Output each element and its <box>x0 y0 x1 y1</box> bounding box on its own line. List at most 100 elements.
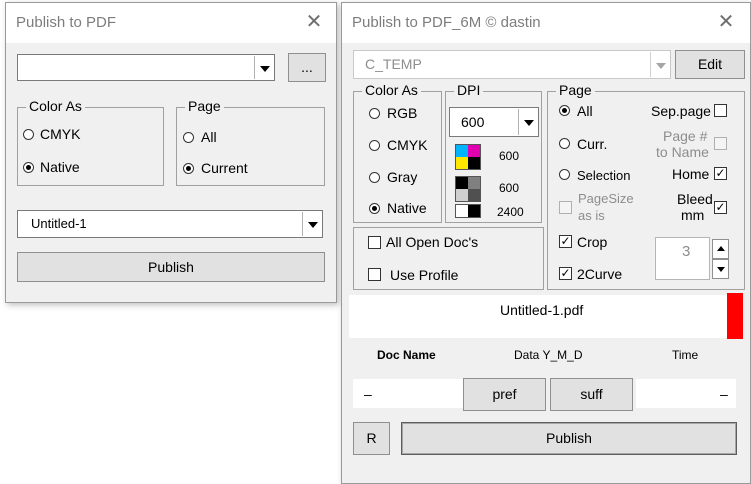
sep-page-checkbox[interactable] <box>714 104 727 117</box>
all-open-docs-label: All Open Doc's <box>386 234 479 250</box>
options-group: All Open Doc's Use Profile <box>353 227 544 290</box>
bleed-value: 3 <box>682 243 691 260</box>
radio-page-all[interactable] <box>559 105 570 116</box>
radio-native-label: Native <box>387 200 427 216</box>
curve-label: 2Curve <box>577 266 623 282</box>
crop-checkbox[interactable]: ✓ <box>559 235 572 248</box>
dpi-group: DPI 600 600 600 2400 <box>445 82 542 223</box>
col-data: Data Y_M_D <box>514 348 583 362</box>
curve-checkbox[interactable]: ✓ <box>559 267 572 280</box>
swatch-magenta <box>468 145 480 157</box>
radio-gray-label: Gray <box>387 169 418 185</box>
left-color-as-group: Color As CMYK Native <box>17 98 164 186</box>
left-titlebar: Publish to PDF ✕ <box>6 3 336 43</box>
close-icon[interactable]: ✕ <box>304 12 324 32</box>
col-time: Time <box>672 348 699 362</box>
mono-swatch-icon <box>455 204 481 218</box>
swatch-gray-2 <box>468 177 480 189</box>
bleed-spin-up[interactable] <box>712 239 729 259</box>
radio-page-current-label: Current <box>201 160 248 176</box>
radio-page-all-label: All <box>577 103 593 119</box>
suff-button[interactable]: suff <box>550 378 633 411</box>
chevron-down-icon[interactable] <box>518 109 537 135</box>
dpi-value: 600 <box>461 114 485 130</box>
page-to-name-label-1: Page # <box>663 128 708 144</box>
folder-combobox[interactable]: C_TEMP <box>353 50 671 79</box>
radio-page-curr[interactable] <box>559 138 570 149</box>
chevron-down-icon[interactable] <box>650 52 669 77</box>
radio-page-curr-label: Curr. <box>577 136 608 152</box>
prefix-field[interactable]: – <box>353 379 463 408</box>
suffix-value: – <box>720 386 728 402</box>
bleed-label-2: mm <box>681 207 705 223</box>
left-publish-button[interactable]: Publish <box>17 252 325 282</box>
close-icon[interactable]: ✕ <box>716 12 736 32</box>
folder-dropdown-arrow <box>656 63 666 69</box>
use-profile-checkbox[interactable] <box>368 268 381 281</box>
edit-button[interactable]: Edit <box>675 50 745 79</box>
radio-page-selection[interactable] <box>559 169 570 180</box>
radio-native[interactable] <box>23 162 34 173</box>
right-color-as-group: Color As RGB CMYK Gray Native <box>353 82 442 223</box>
folder-value: C_TEMP <box>365 56 422 72</box>
filename-bar: Untitled-1.pdf <box>349 295 727 338</box>
document-combobox[interactable]: Untitled-1 <box>17 210 323 238</box>
pagesize-label-1: PageSize <box>578 191 634 206</box>
right-color-as-legend: Color As <box>362 82 421 98</box>
right-page-group: Page All Sep.page Curr. Page # to Name S… <box>547 82 745 290</box>
dpi-combobox[interactable]: 600 <box>449 107 539 137</box>
swatch-cyan <box>456 145 468 157</box>
radio-gray[interactable] <box>369 172 380 183</box>
bleed-spin-down[interactable] <box>712 259 729 279</box>
path-combobox[interactable] <box>17 54 275 81</box>
home-label: Home <box>672 166 710 182</box>
bleed-label-1: Bleed <box>677 191 713 207</box>
color-dpi-value: 600 <box>499 149 520 163</box>
radio-rgb-label: RGB <box>387 105 418 121</box>
status-indicator <box>727 293 743 339</box>
swatch-yellow <box>456 157 468 169</box>
swatch-gray-4 <box>468 189 480 201</box>
r-button[interactable]: R <box>353 422 390 455</box>
radio-cmyk-label: CMYK <box>387 137 428 153</box>
radio-page-selection-label: Selection <box>577 168 631 183</box>
filename-value: Untitled-1.pdf <box>500 302 584 318</box>
radio-page-all[interactable] <box>183 132 194 143</box>
pref-button[interactable]: pref <box>463 378 546 411</box>
right-publish-button[interactable]: Publish <box>401 422 737 455</box>
swatch-mono-black <box>468 205 480 217</box>
radio-page-all-label: All <box>201 129 217 145</box>
swatch-gray-1 <box>456 177 468 189</box>
col-doc-name: Doc Name <box>377 348 436 362</box>
suffix-field[interactable]: – <box>636 379 736 408</box>
prefix-value: – <box>364 386 372 402</box>
radio-cmyk-label: CMYK <box>40 126 81 142</box>
radio-page-current[interactable] <box>183 163 194 174</box>
radio-cmyk[interactable] <box>23 129 34 140</box>
page-to-name-label-2: to Name <box>656 144 709 160</box>
crop-label: Crop <box>577 234 608 250</box>
browse-button[interactable]: ... <box>288 53 326 82</box>
swatch-black <box>468 157 480 169</box>
use-profile-label: Use Profile <box>390 267 459 283</box>
radio-rgb[interactable] <box>369 108 380 119</box>
bleed-checkbox[interactable]: ✓ <box>714 201 727 214</box>
left-page-legend: Page <box>185 98 224 114</box>
left-window-title: Publish to PDF <box>16 14 117 31</box>
radio-cmyk[interactable] <box>369 140 380 151</box>
all-open-docs-checkbox[interactable] <box>368 236 381 249</box>
chevron-down-icon <box>717 267 725 272</box>
right-titlebar: Publish to PDF_6M © dastin ✕ <box>342 3 750 43</box>
home-checkbox[interactable]: ✓ <box>714 167 727 180</box>
gray-dpi-value: 600 <box>499 181 520 195</box>
right-dialog: Publish to PDF_6M © dastin ✕ C_TEMP Edit… <box>341 2 751 484</box>
radio-native[interactable] <box>369 203 380 214</box>
pagesize-checkbox[interactable] <box>559 201 572 214</box>
left-color-as-legend: Color As <box>26 98 85 114</box>
bleed-value-field[interactable]: 3 <box>655 237 710 280</box>
right-window-title: Publish to PDF_6M © dastin <box>352 14 541 31</box>
page-to-name-checkbox[interactable] <box>714 137 727 150</box>
chevron-down-icon[interactable] <box>302 212 321 236</box>
chevron-down-icon[interactable] <box>254 56 273 79</box>
dpi-legend: DPI <box>454 82 484 98</box>
